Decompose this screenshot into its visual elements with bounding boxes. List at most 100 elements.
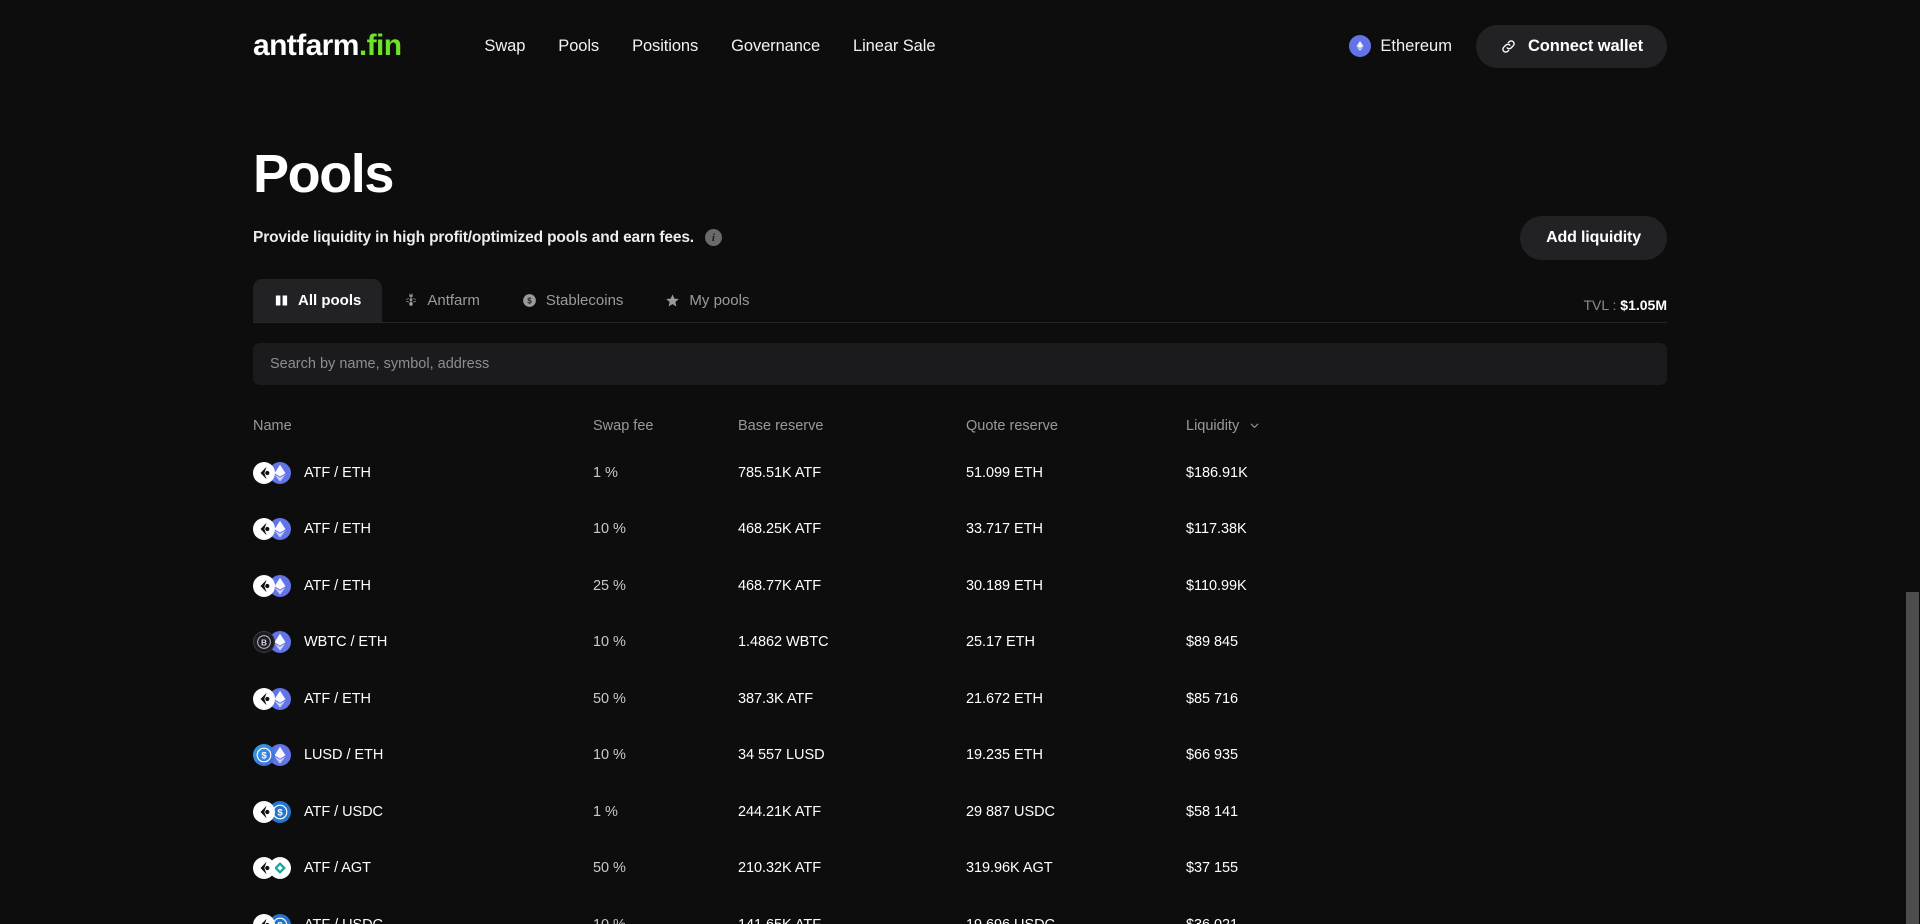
search-container xyxy=(253,342,1667,385)
cell-quote-reserve: 25.17 ETH xyxy=(966,634,1035,651)
info-icon[interactable]: i xyxy=(704,229,722,247)
tab-all-pools-label: All pools xyxy=(298,291,362,309)
column-header-liquidity[interactable]: Liquidity xyxy=(1186,418,1667,434)
table-row[interactable]: $ ATF / USDC 1 % 244.21K ATF 29 887 USDC $58 … xyxy=(253,784,1667,841)
atf-token-icon xyxy=(253,913,275,924)
atf-token-icon xyxy=(253,800,275,823)
cell-pool-name: ATF / ETH xyxy=(253,687,593,710)
cell-quote-reserve: 21.672 ETH xyxy=(966,690,1043,707)
table-row[interactable]: ATF / ETH 50 % 387.3K ATF 21.672 ETH $85 716 xyxy=(253,671,1667,728)
svg-text:$: $ xyxy=(277,921,283,924)
table-row[interactable]: ATF / AGT 50 % 210.32K ATF 319.96K AGT $37 1… xyxy=(253,840,1667,897)
chevron-down-icon xyxy=(1248,419,1261,432)
pool-name-label: ATF / AGT xyxy=(304,860,371,877)
page-scrollbar-thumb[interactable] xyxy=(1906,592,1919,924)
cell-base-reserve: 468.77K ATF xyxy=(738,577,822,594)
cell-base-reserve: 468.25K ATF xyxy=(738,521,822,538)
table-row[interactable]: $ LUSD / ETH 10 % 34 557 LUSD 19.235 ETH $66 … xyxy=(253,727,1667,784)
pool-name-label: ATF / ETH xyxy=(304,521,371,538)
table-row[interactable]: ATF / ETH 1 % 785.51K ATF 51.099 ETH $186.91… xyxy=(253,445,1667,502)
tvl-display: TVL : $1.05M xyxy=(1583,297,1667,313)
tab-stablecoins-label: Stablecoins xyxy=(545,291,624,309)
search-input[interactable] xyxy=(253,342,1667,385)
token-pair-icons xyxy=(253,687,293,710)
chain-name: Ethereum xyxy=(1380,36,1452,55)
cell-pool-name: ATF / ETH xyxy=(253,461,593,484)
table-row[interactable]: ATF / ETH 25 % 468.77K ATF 30.189 ETH $110.9… xyxy=(253,558,1667,615)
main-nav: Swap Pools Positions Governance Linear S… xyxy=(484,37,935,56)
add-liquidity-button[interactable]: Add liquidity xyxy=(1520,215,1667,260)
cell-swap-fee: 25 % xyxy=(593,577,626,594)
svg-text:$: $ xyxy=(277,808,283,819)
cell-pool-name: ATF / ETH xyxy=(253,574,593,597)
nav-link-governance[interactable]: Governance xyxy=(731,37,820,56)
tab-antfarm-label: Antfarm xyxy=(427,291,480,309)
pool-name-label: ATF / USDC xyxy=(304,917,383,924)
nav-link-positions[interactable]: Positions xyxy=(632,37,698,56)
cell-swap-fee: 1 % xyxy=(593,464,618,481)
cell-base-reserve: 1.4862 WBTC xyxy=(738,634,829,651)
chain-selector[interactable]: Ethereum xyxy=(1341,29,1460,63)
connect-wallet-button[interactable]: Connect wallet xyxy=(1475,24,1667,68)
cell-quote-reserve: 51.099 ETH xyxy=(966,464,1043,481)
tab-all-pools[interactable]: All pools xyxy=(253,278,383,322)
pool-name-label: ATF / USDC xyxy=(304,803,383,820)
token-pair-icons xyxy=(253,574,293,597)
atf-token-icon xyxy=(253,461,275,484)
cell-swap-fee: 1 % xyxy=(593,803,618,820)
cell-liquidity: $66 935 xyxy=(1186,747,1239,764)
pool-name-label: WBTC / ETH xyxy=(304,634,388,651)
cell-swap-fee: 10 % xyxy=(593,634,626,651)
token-pair-icons: $ xyxy=(253,744,293,767)
page-subtitle-row: Provide liquidity in high profit/optimiz… xyxy=(253,215,1667,260)
cell-base-reserve: 387.3K ATF xyxy=(738,690,813,707)
cell-liquidity: $186.91K xyxy=(1186,464,1248,481)
table-row[interactable]: B WBTC / ETH 10 % 1.4862 WBTC 25.17 ETH $89 8… xyxy=(253,614,1667,671)
cell-pool-name: ATF / ETH xyxy=(253,518,593,541)
column-header-liquidity-label: Liquidity xyxy=(1186,417,1240,434)
column-header-base-reserve: Base reserve xyxy=(738,417,824,434)
page-scrollbar-track[interactable] xyxy=(1905,0,1920,924)
table-header-row: Name Swap fee Base reserve Quote reserve… xyxy=(253,407,1667,445)
cell-quote-reserve: 30.189 ETH xyxy=(966,577,1043,594)
tab-my-pools-label: My pools xyxy=(689,291,750,309)
book-icon xyxy=(274,293,289,308)
nav-link-swap[interactable]: Swap xyxy=(484,37,525,56)
cell-liquidity: $110.99K xyxy=(1186,577,1247,594)
tab-my-pools[interactable]: My pools xyxy=(644,279,770,322)
cell-quote-reserve: 29 887 USDC xyxy=(966,803,1055,820)
cell-pool-name: ATF / AGT xyxy=(253,857,593,880)
svg-text:B: B xyxy=(261,638,267,648)
table-body: ATF / ETH 1 % 785.51K ATF 51.099 ETH $186.91… xyxy=(253,445,1667,924)
cell-base-reserve: 141.65K ATF xyxy=(738,917,966,924)
table-row[interactable]: ATF / ETH 10 % 468.25K ATF 33.717 ETH $117.3… xyxy=(253,501,1667,558)
tab-stablecoins[interactable]: $ Stablecoins xyxy=(501,279,645,322)
dollar-circle-icon: $ xyxy=(522,293,537,308)
cell-base-reserve: 210.32K ATF xyxy=(738,860,822,877)
cell-liquidity: $117.38K xyxy=(1186,521,1247,538)
nav-link-linear-sale[interactable]: Linear Sale xyxy=(853,37,935,56)
nav-link-pools[interactable]: Pools xyxy=(558,37,599,56)
connect-wallet-label: Connect wallet xyxy=(1527,36,1643,55)
site-logo[interactable]: antfarm.fin xyxy=(253,31,402,61)
cell-quote-reserve: 319.96K AGT xyxy=(966,860,1053,877)
cell-swap-fee: 50 % xyxy=(593,860,626,877)
pool-name-label: ATF / ETH xyxy=(304,577,371,594)
pool-name-label: ATF / ETH xyxy=(304,690,371,707)
token-pair-icons xyxy=(253,518,293,541)
cell-pool-name: $ ATF / USDC xyxy=(253,913,593,924)
cell-liquidity: $89 845 xyxy=(1186,634,1239,651)
table-row[interactable]: $ ATF / USDC 10 %141.65K ATF19 696 USDC$36… xyxy=(253,897,1667,924)
cell-quote-reserve: 19.235 ETH xyxy=(966,747,1043,764)
cell-liquidity: $36 021 xyxy=(1186,917,1667,924)
column-header-quote-reserve: Quote reserve xyxy=(966,417,1058,434)
cell-quote-reserve: 33.717 ETH xyxy=(966,521,1043,538)
column-header-name: Name xyxy=(253,417,292,434)
pool-name-label: ATF / ETH xyxy=(304,464,371,481)
tab-antfarm[interactable]: Antfarm xyxy=(382,279,501,322)
link-chain-icon xyxy=(1500,38,1517,55)
cell-pool-name: $ ATF / USDC xyxy=(253,800,593,823)
pools-table: Name Swap fee Base reserve Quote reserve… xyxy=(253,407,1667,924)
token-pair-icons: B xyxy=(253,631,293,654)
atf-token-icon xyxy=(253,687,275,710)
